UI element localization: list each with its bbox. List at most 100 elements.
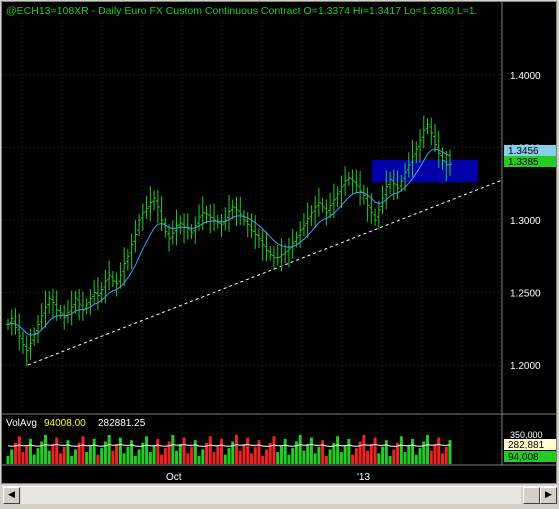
- volume-bar: [343, 445, 347, 464]
- volume-bar: [160, 454, 164, 464]
- volume-bar: [298, 434, 302, 464]
- volume-bar: [411, 438, 415, 464]
- price-bar: [309, 205, 314, 227]
- price-bar: [50, 288, 55, 319]
- scroll-left-button[interactable]: ◀: [3, 487, 20, 504]
- trendline-segment[interactable]: [27, 179, 503, 366]
- volume-label: VolAvg: [6, 418, 37, 429]
- volume-bar: [257, 440, 261, 464]
- volume-bar: [43, 434, 47, 464]
- volume-bar: [6, 456, 10, 464]
- price-bar: [167, 224, 172, 252]
- price-bar: [208, 204, 213, 234]
- price-bar: [350, 169, 355, 194]
- price-bar: [133, 220, 138, 253]
- price-bar: [234, 196, 239, 227]
- arrow-left-icon: ◀: [8, 490, 15, 500]
- price-bar: [354, 169, 359, 193]
- price-bar: [39, 302, 44, 330]
- price-bar: [238, 196, 243, 226]
- volume-bar: [220, 438, 224, 464]
- header-symbol: @ECH13=108XR: [6, 5, 89, 17]
- volume-bar: [156, 438, 160, 464]
- volume-value-2: 282881.25: [98, 418, 146, 429]
- volume-bar: [291, 448, 295, 464]
- price-bar: [425, 118, 430, 135]
- price-bar: [170, 220, 175, 245]
- volume-bar: [133, 456, 137, 464]
- price-bar: [230, 199, 235, 220]
- highlight-zone[interactable]: [372, 159, 478, 183]
- price-bar: [125, 248, 130, 271]
- chart-area[interactable]: @ECH13=108XR - Daily Euro FX Custom Cont…: [1, 1, 557, 484]
- volume-bar: [264, 449, 268, 464]
- volume-bar: [287, 454, 291, 464]
- volume-bar: [347, 438, 351, 464]
- price-bar: [155, 189, 160, 224]
- volume-bar: [426, 434, 430, 464]
- price-bar: [193, 216, 198, 244]
- volume-bar: [122, 453, 126, 464]
- price-bar: [275, 244, 280, 266]
- price-bar: [429, 117, 434, 146]
- volume-bar: [373, 437, 377, 464]
- volume-value-1: 94008.00: [44, 418, 86, 429]
- volume-bar: [51, 444, 55, 464]
- price-bar: [249, 213, 254, 238]
- volume-bar: [234, 434, 238, 464]
- price-bar: [245, 212, 250, 238]
- volume-bar: [283, 438, 287, 464]
- header-open: O=1.3374: [304, 5, 351, 17]
- volume-bar: [302, 450, 306, 464]
- volume-bars: [6, 434, 452, 464]
- price-bar: [421, 115, 426, 149]
- volume-bar: [362, 434, 366, 464]
- price-bar: [358, 170, 363, 206]
- volume-bar: [115, 444, 119, 464]
- price-chart[interactable]: @ECH13=108XR - Daily Euro FX Custom Cont…: [2, 2, 557, 484]
- header-description: Euro FX Custom Continuous Contract: [124, 5, 300, 17]
- volume-bar: [324, 456, 328, 464]
- scroll-thumb[interactable]: [523, 487, 540, 504]
- price-bar: [335, 186, 340, 208]
- volume-bar: [246, 437, 250, 464]
- volume-bar: [10, 449, 14, 464]
- price-bar: [189, 224, 194, 239]
- price-bar: [58, 304, 63, 319]
- volume-bar: [369, 444, 373, 464]
- scroll-track[interactable]: [21, 487, 521, 504]
- volume-bar: [171, 434, 175, 464]
- header-last: L=1.: [457, 5, 478, 17]
- scroll-right-button[interactable]: ▶: [540, 487, 557, 504]
- trendline[interactable]: [27, 179, 503, 366]
- volume-bar: [190, 446, 194, 464]
- price-bar: [84, 298, 89, 314]
- price-bar: [110, 271, 115, 287]
- horizontal-scrollbar[interactable]: ◀ ▶: [2, 486, 557, 508]
- volume-bar: [21, 452, 25, 464]
- price-bar: [339, 175, 344, 208]
- price-bar: [346, 172, 351, 186]
- volume-bar: [328, 449, 332, 464]
- volume-bar: [441, 453, 445, 464]
- price-tick-label: 1.4000: [510, 71, 541, 82]
- volume-axis-top: 350,000: [510, 430, 543, 440]
- volume-bar: [306, 444, 310, 464]
- grid-lines: [2, 22, 502, 465]
- price-bar: [365, 187, 370, 222]
- volume-bar: [85, 452, 89, 464]
- price-bar: [376, 200, 381, 230]
- price-bar: [286, 237, 291, 268]
- price-bar: [69, 290, 74, 326]
- volume-bar: [73, 449, 77, 464]
- price-tick-label: 1.2500: [510, 289, 541, 300]
- volume-bar: [448, 440, 452, 464]
- price-bar: [264, 231, 269, 262]
- price-bar: [223, 207, 228, 231]
- last-price-label: 1.3385: [508, 157, 539, 168]
- volume-bar: [28, 438, 32, 464]
- volume-bar: [148, 452, 152, 464]
- volume-last-label: 94,008: [508, 452, 539, 463]
- volume-bar: [55, 437, 59, 464]
- price-bar: [80, 291, 85, 321]
